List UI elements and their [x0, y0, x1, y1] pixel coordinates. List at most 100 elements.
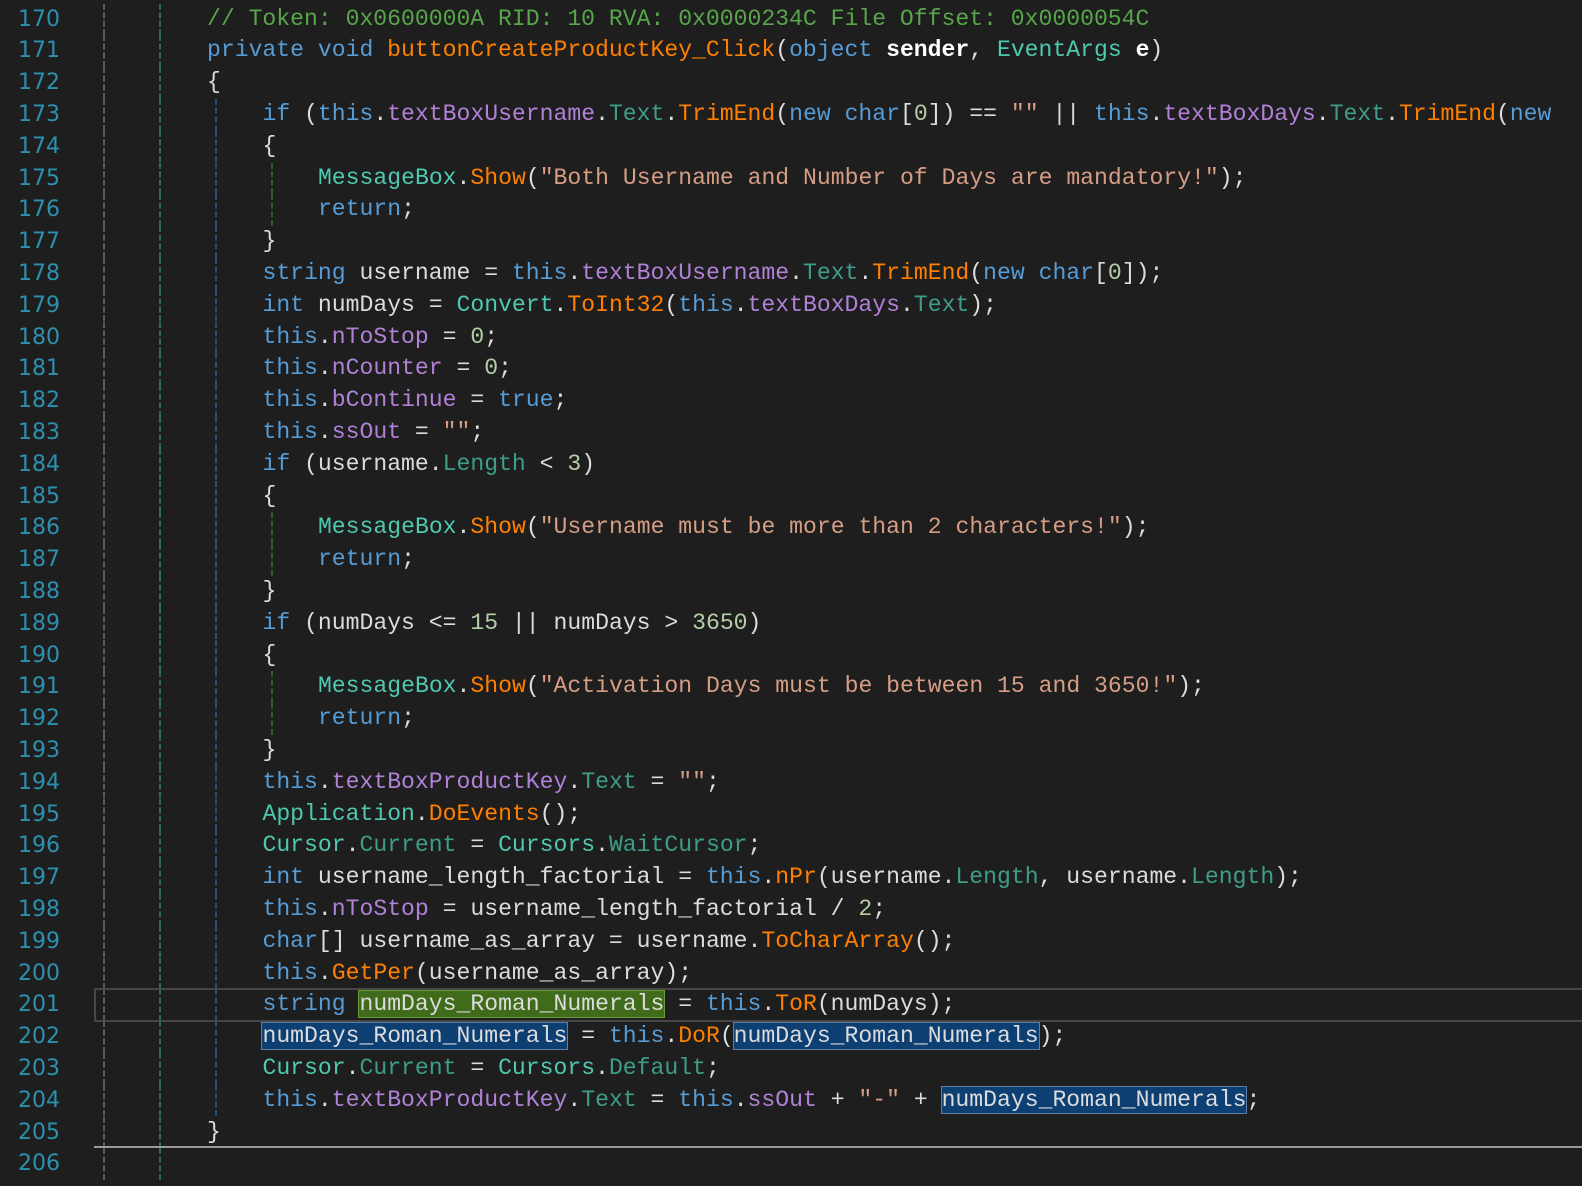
indent-guide [215, 575, 217, 608]
code-text: || numDays > [498, 609, 693, 636]
code-line[interactable]: 200 this.GetPer(username_as_array); [0, 957, 1582, 990]
type-name: MessageBox [317, 514, 457, 541]
code-content: { [262, 131, 276, 163]
code-text: . [1385, 100, 1399, 127]
code-line[interactable]: 186 MessageBox.Show("Username must be mor… [0, 512, 1582, 545]
indent-guide [215, 734, 217, 767]
code-line[interactable]: 196 Cursor.Current = Cursors.WaitCursor; [0, 830, 1582, 863]
keyword: this [262, 418, 318, 445]
indent-guide [103, 862, 105, 894]
indent-guide [159, 1052, 161, 1085]
line-number: 200 [18, 960, 60, 986]
code-line[interactable]: 190 { [0, 639, 1582, 672]
code-line[interactable]: 188} [0, 575, 1582, 608]
code-line[interactable]: 182 this.bContinue = true; [0, 385, 1582, 417]
code-text: (username_as_array); [414, 959, 693, 986]
method-name: ToR [775, 991, 817, 1018]
indent-guide [215, 925, 217, 958]
keyword: return [317, 196, 402, 223]
code-line[interactable]: 193} [0, 734, 1582, 767]
symbol-reference-highlight[interactable]: numDays_Roman_Numerals [940, 1085, 1248, 1114]
parameter: sender [886, 37, 970, 64]
method-name: ToCharArray [761, 927, 914, 954]
code-line[interactable]: 195 Application.DoEvents(); [0, 798, 1582, 831]
symbol-reference-highlight[interactable]: numDays_Roman_Numerals [732, 1022, 1040, 1051]
property: WaitCursor [608, 832, 748, 859]
code-line[interactable]: 197 int username_length_factorial = this.… [0, 862, 1582, 894]
number-literal: 15 [470, 609, 499, 636]
code-line[interactable]: 181 this.nCounter = 0; [0, 353, 1582, 386]
keyword: char [262, 927, 318, 954]
parameter: e [1135, 37, 1150, 64]
code-line[interactable]: 171 private void buttonCreateProductKey_C… [0, 35, 1582, 68]
code-line[interactable]: 175 MessageBox.Show("Both Username and Nu… [0, 162, 1582, 195]
indent-guide [215, 639, 217, 672]
code-line[interactable]: 206 [0, 1148, 1582, 1181]
code-text: . [761, 991, 776, 1018]
indent-guide [215, 194, 217, 227]
indent-guide [215, 957, 217, 990]
field-name: ssOut [747, 1086, 817, 1113]
code-line[interactable]: 177} [0, 226, 1582, 258]
method-name: Show [470, 164, 526, 191]
code-line[interactable]: 194 this.textBoxProductKey.Text = ""; [0, 766, 1582, 799]
type-name: Cursor [262, 1054, 346, 1081]
code-line[interactable]: 199 char[] username_as_array = username.T… [0, 925, 1582, 958]
code-text: ) [747, 609, 762, 636]
code-line[interactable]: 192 return; [0, 703, 1582, 735]
line-number: 203 [18, 1055, 60, 1081]
indent-guide [159, 512, 161, 545]
code-line[interactable]: 184 if (username.Length < 3) [0, 448, 1582, 481]
code-line[interactable]: 173 if (this.textBoxUsername.Text.TrimEnd… [0, 98, 1582, 131]
code-line[interactable]: 174 { [0, 130, 1582, 163]
indent-guide [159, 257, 161, 290]
code-line[interactable]: 172 { [0, 67, 1582, 99]
method-name: TrimEnd [872, 259, 970, 286]
code-text: . [553, 291, 568, 318]
indent-guide [159, 416, 161, 449]
method-name: TrimEnd [1398, 100, 1496, 127]
symbol-reference-highlight[interactable]: numDays_Roman_Numerals [261, 1022, 569, 1051]
code-line[interactable]: 189 if (numDays <= 15 || numDays > 3650) [0, 607, 1582, 640]
code-line[interactable]: 191 MessageBox.Show("Activation Days must… [0, 671, 1582, 704]
line-number: 185 [18, 483, 60, 509]
code-text: (); [539, 800, 582, 827]
indent-guide [103, 130, 105, 163]
code-line[interactable]: 202 numDays_Roman_Numerals = this.DoR(num… [0, 1021, 1582, 1053]
code-editor[interactable]: 170 // Token: 0x0600000A RID: 10 RVA: 0x0… [0, 0, 1582, 1186]
code-line[interactable]: 170 // Token: 0x0600000A RID: 10 RVA: 0x0… [0, 3, 1582, 36]
property: Text [608, 100, 665, 127]
code-line[interactable]: 178 string username = this.textBoxUsernam… [0, 257, 1582, 290]
code-text: ; [498, 355, 512, 382]
code-line[interactable]: 205} [0, 1116, 1582, 1149]
code-line[interactable]: 187 return; [0, 544, 1582, 576]
line-number: 171 [18, 38, 60, 64]
code-line[interactable]: 185 { [0, 480, 1582, 513]
code-line[interactable]: 183 this.ssOut = ""; [0, 416, 1582, 449]
code-line[interactable]: 179 int numDays = Convert.ToInt32(this.te… [0, 289, 1582, 322]
code-line[interactable]: 201 string numDays_Roman_Numerals = this.… [0, 988, 1582, 1023]
code-line[interactable]: 203 Cursor.Current = Cursors.Default; [0, 1052, 1582, 1085]
indent-guide [159, 98, 161, 131]
code-content: Application.DoEvents(); [262, 799, 581, 831]
code-line[interactable]: 180 this.nToStop = 0; [0, 321, 1582, 354]
code-text: ); [969, 291, 998, 318]
code-text: ( [969, 259, 984, 286]
code-line[interactable]: 176 return; [0, 194, 1582, 227]
indent-guide [159, 67, 161, 99]
type-name: Cursors [498, 832, 596, 859]
indent-guide [103, 575, 105, 608]
code-line[interactable]: 204 this.textBoxProductKey.Text = this.ss… [0, 1084, 1582, 1117]
indent-guide [215, 289, 217, 322]
code-content: { [262, 481, 276, 513]
code-text: (numDays <= [290, 609, 471, 636]
code-line[interactable]: 198 this.nToStop = username_length_factor… [0, 893, 1582, 926]
code-text: . [595, 100, 609, 127]
line-number: 178 [18, 260, 60, 286]
indent-guide [159, 957, 161, 990]
keyword: char [1038, 259, 1095, 286]
code-text: = [456, 832, 499, 859]
symbol-definition-highlight[interactable]: numDays_Roman_Numerals [358, 990, 666, 1019]
